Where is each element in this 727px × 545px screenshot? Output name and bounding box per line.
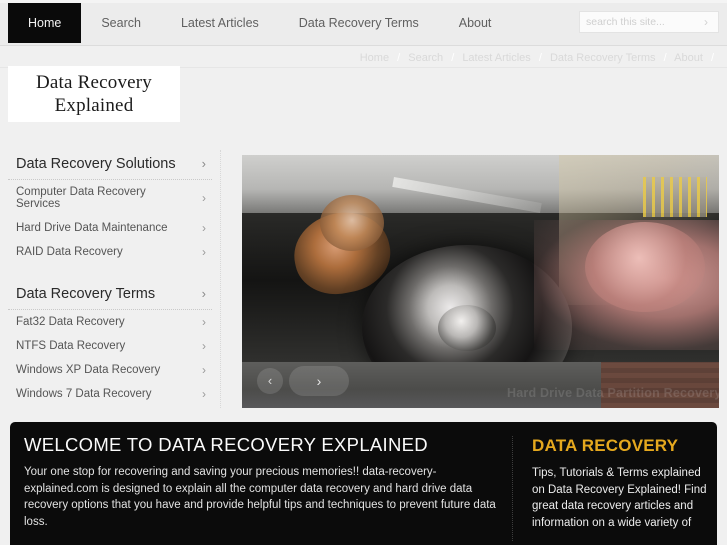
- sidebar-item-raid-data-recovery[interactable]: RAID Data Recovery ›: [8, 240, 212, 264]
- sidebar-divider: [220, 150, 221, 408]
- breadcrumb-separator: /: [710, 52, 714, 64]
- carousel-prev-button[interactable]: ‹: [257, 368, 283, 394]
- breadcrumb-item-search[interactable]: Search: [408, 52, 443, 64]
- search-box[interactable]: ›: [579, 11, 719, 33]
- nav-link-latest-articles[interactable]: Latest Articles: [161, 3, 279, 43]
- sidebar-heading-label: Data Recovery Solutions: [16, 156, 176, 172]
- chevron-right-icon: ›: [202, 315, 206, 329]
- sidebar-menu: Data Recovery Solutions › Computer Data …: [0, 148, 220, 410]
- sidebar-promo-title: DATA RECOVERY: [532, 436, 679, 455]
- nav-link-home[interactable]: Home: [8, 3, 82, 43]
- sidebar-item-windows-xp-data-recovery[interactable]: Windows XP Data Recovery ›: [8, 358, 212, 382]
- chevron-right-icon: ›: [201, 155, 206, 171]
- chevron-right-icon: ›: [202, 387, 206, 401]
- breadcrumb-item-data-recovery-terms[interactable]: Data Recovery Terms: [550, 52, 656, 64]
- photo-layer-bricks: [601, 362, 719, 408]
- site-logo[interactable]: Data Recovery Explained: [8, 66, 180, 122]
- photo-layer-chips: [643, 177, 707, 217]
- carousel-next-button[interactable]: ›: [289, 366, 349, 396]
- sidebar-item-label: Hard Drive Data Maintenance: [16, 222, 168, 234]
- breadcrumb: Home / Search / Latest Articles / Data R…: [360, 48, 719, 68]
- image-carousel[interactable]: Hard Drive Data Partition Recovery ‹ ›: [242, 155, 719, 408]
- search-input[interactable]: [580, 12, 698, 32]
- sidebar-item-ntfs-data-recovery[interactable]: NTFS Data Recovery ›: [8, 334, 212, 358]
- breadcrumb-separator: /: [397, 52, 401, 64]
- sidebar-heading-data-recovery-solutions[interactable]: Data Recovery Solutions ›: [8, 148, 212, 180]
- nav-item-home[interactable]: Home: [8, 3, 82, 43]
- sidebar-promo-text: Tips, Tutorials & Terms explained on Dat…: [532, 467, 707, 529]
- sidebar-item-label: NTFS Data Recovery: [16, 340, 126, 352]
- chevron-right-icon: ›: [202, 363, 206, 377]
- nav-item-search[interactable]: Search: [81, 3, 161, 43]
- breadcrumb-separator: /: [538, 52, 542, 64]
- breadcrumb-item-home[interactable]: Home: [360, 52, 389, 64]
- logo-line-1: Data Recovery: [35, 72, 152, 93]
- sidebar-item-windows-7-data-recovery[interactable]: Windows 7 Data Recovery ›: [8, 382, 212, 406]
- nav-link-search[interactable]: Search: [81, 3, 161, 43]
- chevron-right-icon: ›: [201, 285, 206, 301]
- chevron-right-icon: ›: [202, 339, 206, 353]
- welcome-description: Your one stop for recovering and saving …: [24, 466, 496, 528]
- chevron-right-icon: ›: [202, 245, 206, 259]
- site-logo-text: Data Recovery Explained: [36, 71, 152, 117]
- page-title: WELCOME TO DATA RECOVERY EXPLAINED: [24, 434, 428, 455]
- nav-link-about[interactable]: About: [439, 3, 512, 43]
- sidebar-item-computer-data-recovery-services[interactable]: Computer Data Recovery Services ›: [8, 180, 212, 216]
- nav-link-data-recovery-terms[interactable]: Data Recovery Terms: [279, 3, 439, 43]
- sidebar-item-label: Fat32 Data Recovery: [16, 316, 125, 328]
- breadcrumb-separator: /: [451, 52, 455, 64]
- carousel-caption: Hard Drive Data Partition Recovery: [507, 386, 719, 400]
- sidebar-heading-data-recovery-terms[interactable]: Data Recovery Terms ›: [8, 278, 212, 310]
- main-menu: Home Search Latest Articles Data Recover…: [8, 3, 511, 43]
- nav-item-data-recovery-terms[interactable]: Data Recovery Terms: [279, 3, 439, 43]
- welcome-panel-right: DATA RECOVERY Tips, Tutorials & Terms ex…: [532, 436, 712, 531]
- sidebar-item-label: RAID Data Recovery: [16, 246, 123, 258]
- panel-divider: [512, 436, 513, 541]
- sidebar-heading-label: Data Recovery Terms: [16, 286, 156, 302]
- breadcrumb-item-about[interactable]: About: [674, 52, 703, 64]
- nav-item-latest-articles[interactable]: Latest Articles: [161, 3, 279, 43]
- top-navigation-bar: Home Search Latest Articles Data Recover…: [0, 0, 727, 46]
- logo-line-2: Explained: [54, 95, 134, 116]
- chevron-right-icon: ›: [202, 191, 206, 205]
- sidebar-item-label: Windows XP Data Recovery: [16, 364, 161, 376]
- photo-layer-coil-highlight: [320, 195, 384, 251]
- sidebar-item-label: Windows 7 Data Recovery: [16, 388, 152, 400]
- sidebar-item-fat32-data-recovery[interactable]: Fat32 Data Recovery ›: [8, 310, 212, 334]
- welcome-panel: WELCOME TO DATA RECOVERY EXPLAINED Your …: [10, 422, 717, 545]
- welcome-panel-left: WELCOME TO DATA RECOVERY EXPLAINED Your …: [24, 434, 504, 530]
- search-submit-icon[interactable]: ›: [698, 14, 714, 30]
- photo-layer-hand-highlight: [585, 222, 705, 312]
- sidebar-item-label: Computer Data Recovery Services: [16, 186, 146, 210]
- photo-layer-spindle-hub: [438, 305, 496, 351]
- breadcrumb-separator: /: [663, 52, 667, 64]
- sidebar-item-hard-drive-data-maintenance[interactable]: Hard Drive Data Maintenance ›: [8, 216, 212, 240]
- nav-item-about[interactable]: About: [439, 3, 512, 43]
- breadcrumb-item-latest-articles[interactable]: Latest Articles: [462, 52, 530, 64]
- chevron-right-icon: ›: [202, 221, 206, 235]
